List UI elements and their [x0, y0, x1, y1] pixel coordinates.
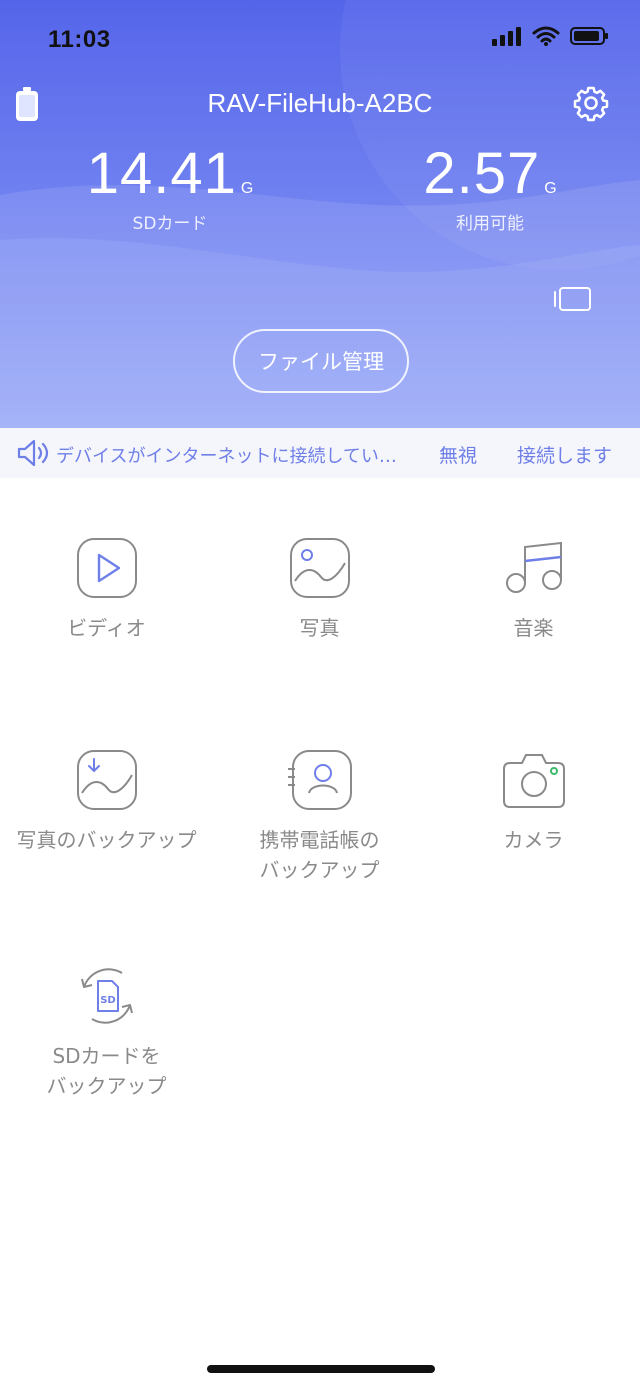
tile-contacts-backup[interactable]: 携帯電話帳の バックアップ: [213, 749, 426, 885]
speaker-icon: [17, 439, 49, 467]
card-switch-icon[interactable]: [552, 284, 592, 314]
tile-video[interactable]: ビディオ: [0, 537, 213, 643]
wifi-icon: [532, 26, 560, 46]
internet-notice-bar: デバイスがインターネットに接続してい… 無視 接続します: [0, 428, 640, 478]
tile-contacts-backup-label: 携帯電話帳の バックアップ: [259, 828, 380, 882]
tile-photo[interactable]: 写真: [213, 537, 426, 643]
video-play-icon: [76, 538, 137, 598]
device-name: RAV-FileHub-A2BC: [207, 88, 433, 118]
music-icon: [505, 541, 562, 593]
header-top-row: RAV-FileHub-A2BC: [0, 82, 640, 126]
available-label: 利用可能: [456, 214, 524, 234]
status-time: 11:03: [48, 26, 111, 53]
connect-button[interactable]: 接続します: [517, 441, 612, 468]
tile-music[interactable]: 音楽: [427, 537, 640, 643]
status-icons: [492, 26, 610, 46]
available-stat: 2.57 G 利用可能: [360, 140, 620, 234]
tile-camera[interactable]: カメラ: [427, 749, 640, 855]
tile-sd-backup[interactable]: SD SDカードを バックアップ: [0, 965, 213, 1101]
photo-backup-icon: [76, 750, 137, 810]
svg-text:SD: SD: [100, 995, 116, 1006]
tile-photo-backup[interactable]: 写真のバックアップ: [0, 749, 213, 855]
sd-card-unit: G: [240, 180, 254, 197]
sd-card-value: 14.41: [86, 141, 237, 206]
contacts-backup-icon: [287, 750, 352, 810]
notice-text: デバイスがインターネットに接続してい…: [56, 446, 397, 467]
status-bar: 11:03: [0, 0, 640, 80]
tile-photo-label: 写真: [299, 616, 340, 640]
tile-video-label: ビディオ: [67, 616, 146, 640]
ignore-button[interactable]: 無視: [439, 441, 477, 468]
home-indicator[interactable]: [207, 1365, 435, 1373]
sd-card-stat: 14.41 G SDカード: [40, 140, 300, 234]
sd-card-label: SDカード: [132, 214, 208, 234]
gear-icon[interactable]: [572, 84, 610, 122]
camera-icon: [502, 754, 565, 808]
battery-status-icon: [570, 27, 608, 45]
header-panel: 11:03 RAV-FileHub-A2BC 14.41 G SDカード 2.5…: [0, 0, 640, 428]
tile-sd-backup-label: SDカードを バックアップ: [46, 1044, 167, 1098]
tile-photo-backup-label: 写真のバックアップ: [16, 828, 197, 852]
file-manage-button[interactable]: ファイル管理: [233, 329, 409, 393]
photo-icon: [289, 538, 350, 598]
available-value: 2.57: [423, 141, 541, 206]
available-unit: G: [544, 180, 557, 197]
sd-backup-icon: SD: [80, 968, 133, 1024]
signal-icon: [492, 27, 521, 46]
tile-camera-label: カメラ: [503, 828, 564, 852]
tile-music-label: 音楽: [513, 616, 554, 640]
